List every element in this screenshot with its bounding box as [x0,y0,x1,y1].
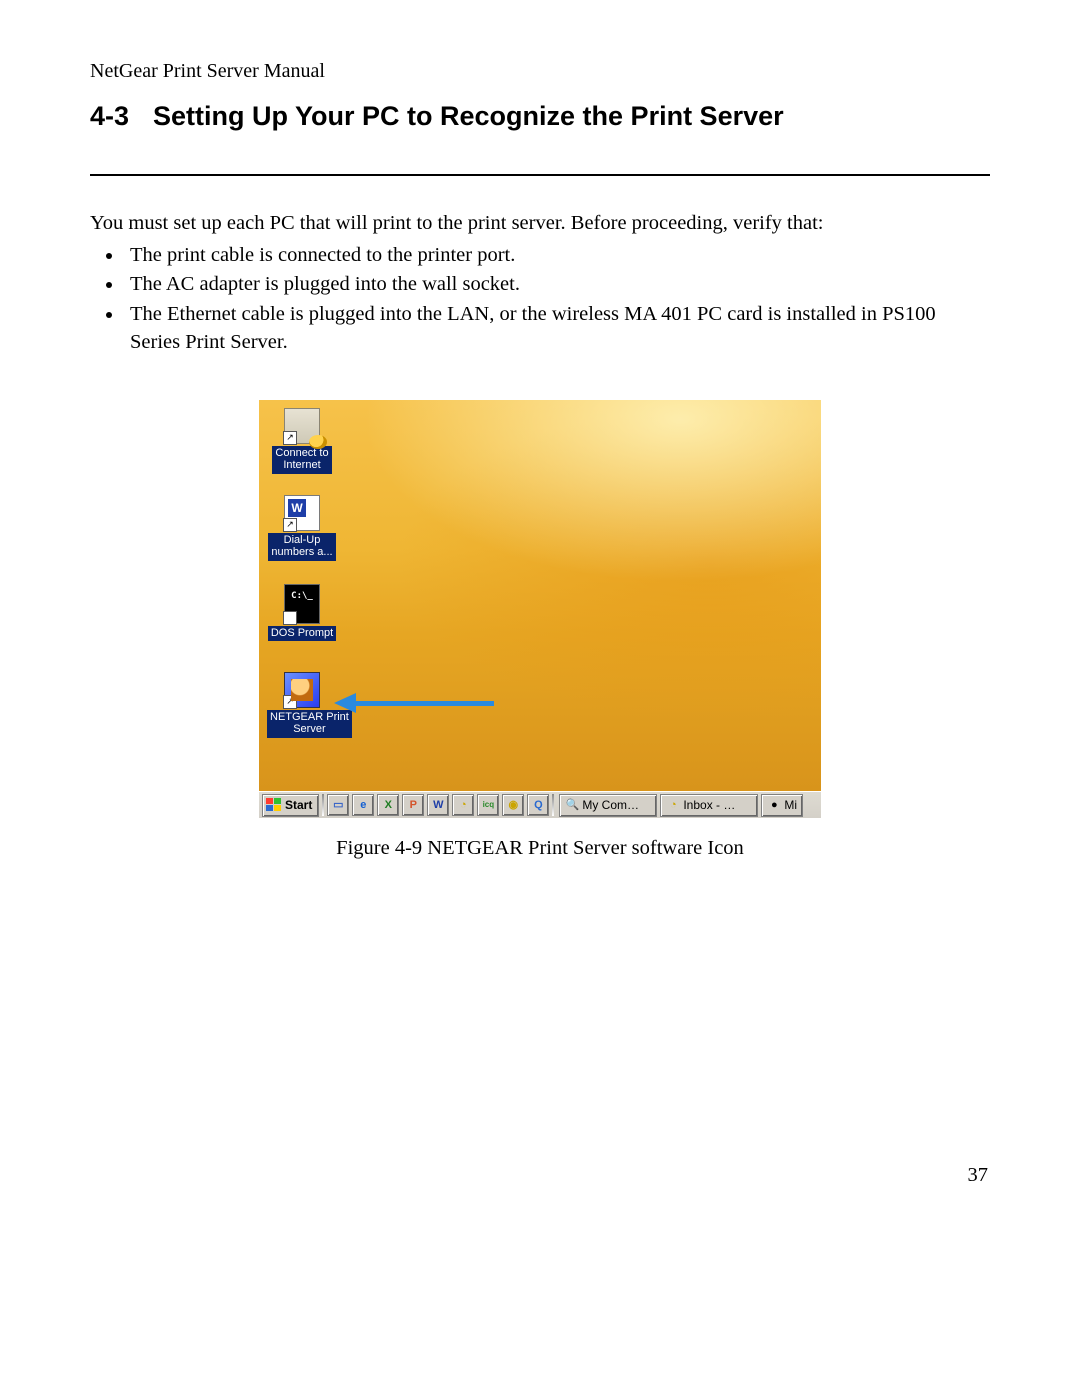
prereq-list: The print cable is connected to the prin… [90,242,990,357]
app-icon: ● [767,798,781,812]
task-label: Mi [784,798,797,812]
section-title: Setting Up Your PC to Recognize the Prin… [153,101,784,131]
section-heading: 4-3 Setting Up Your PC to Recognize the P… [90,101,990,140]
connect-icon: ↗ [284,408,320,444]
quick-launch-outlook[interactable]: ◔ [452,794,474,816]
arrow-head-icon [334,693,356,713]
section-rule [90,174,990,176]
quick-launch-quicktime[interactable]: Q [527,794,549,816]
desktop-glyph-icon: ▭ [331,798,345,812]
ie-glyph-icon: e [356,798,370,812]
start-button[interactable]: Start [262,794,319,817]
quick-launch-powerpoint[interactable]: P [402,794,424,816]
icon-label: NETGEAR Print Server [267,710,352,737]
list-item: The AC adapter is plugged into the wall … [124,271,990,299]
quick-launch-media-player[interactable]: ◉ [502,794,524,816]
icon-label: DOS Prompt [268,626,336,641]
taskbar: Start ▭ e X P W ◔ icq ◉ Q 🔍 [259,791,821,818]
taskbar-task-mi[interactable]: ● Mi [761,794,803,817]
quicktime-glyph-icon: Q [531,798,545,812]
icq-glyph-icon: icq [481,798,495,812]
page-number: 37 [968,1164,989,1187]
quick-launch-word[interactable]: W [427,794,449,816]
start-label: Start [285,798,312,812]
desktop-icon-dial-up[interactable]: ↗ Dial-Up numbers a... [267,495,337,560]
desktop-icon-connect-to-internet[interactable]: ↗ Connect to Internet [267,408,337,473]
netgear-icon: ↗ [284,672,320,708]
taskbar-task-inbox[interactable]: ◔ Inbox - … [660,794,758,817]
quick-launch-show-desktop[interactable]: ▭ [327,794,349,816]
list-item: The Ethernet cable is plugged into the L… [124,301,990,356]
taskbar-separator [552,794,554,816]
annotation-arrow [334,693,494,713]
windows-desktop[interactable]: ↗ Connect to Internet ↗ Dial-Up numbers … [259,400,821,791]
icon-label: Connect to Internet [272,446,331,473]
arrow-line [356,701,494,706]
quick-launch-icq[interactable]: icq [477,794,499,816]
desktop-icon-dos-prompt[interactable]: C:\_ ↗ DOS Prompt [267,584,337,641]
taskbar-separator [322,794,324,816]
taskbar-task-my-computer[interactable]: 🔍 My Com… [559,794,657,817]
quick-launch-bar: ▭ e X P W ◔ icq ◉ Q [327,794,549,816]
section-number: 4-3 [90,101,129,132]
quick-launch-excel[interactable]: X [377,794,399,816]
document-icon: ↗ [284,495,320,531]
list-item: The print cable is connected to the prin… [124,242,990,270]
dos-icon: C:\_ ↗ [284,584,320,624]
shortcut-arrow-icon: ↗ [283,431,297,445]
running-header: NetGear Print Server Manual [90,60,990,83]
embedded-screenshot: ↗ Connect to Internet ↗ Dial-Up numbers … [259,400,821,818]
shortcut-arrow-icon: ↗ [283,611,297,625]
figure: ↗ Connect to Internet ↗ Dial-Up numbers … [90,400,990,860]
quick-launch-ie[interactable]: e [352,794,374,816]
task-label: Inbox - … [683,798,735,812]
dos-icon-text: C:\_ [291,591,313,601]
figure-caption: Figure 4-9 NETGEAR Print Server software… [90,837,990,860]
explorer-icon: 🔍 [565,798,579,812]
word-glyph-icon: W [431,798,445,812]
shortcut-arrow-icon: ↗ [283,695,297,709]
manual-page: NetGear Print Server Manual 4-3 Setting U… [0,0,1080,1397]
taskbar-tasks: 🔍 My Com… ◔ Inbox - … ● Mi [559,794,803,817]
windows-logo-icon [266,798,282,812]
outlook-icon: ◔ [666,798,680,812]
excel-glyph-icon: X [381,798,395,812]
shortcut-arrow-icon: ↗ [283,518,297,532]
outlook-glyph-icon: ◔ [456,798,470,812]
icon-label: Dial-Up numbers a... [268,533,335,560]
media-glyph-icon: ◉ [506,798,520,812]
powerpoint-glyph-icon: P [406,798,420,812]
desktop-icon-netgear-print-server[interactable]: ↗ NETGEAR Print Server [267,672,337,737]
intro-paragraph: You must set up each PC that will print … [90,210,990,238]
task-label: My Com… [582,798,639,812]
